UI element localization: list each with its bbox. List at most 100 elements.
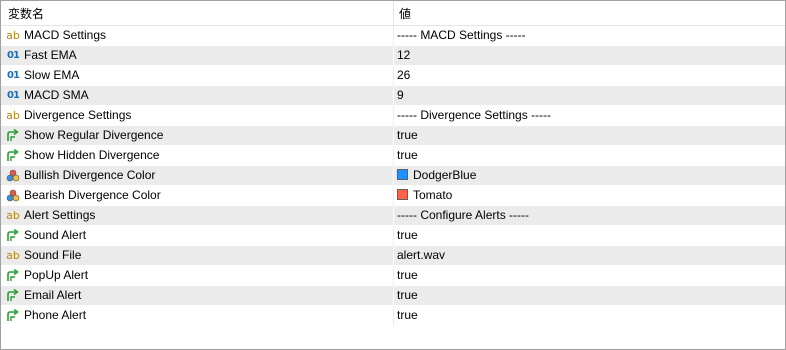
01-int-icon: 01 [7, 50, 20, 61]
grid-row[interactable]: Bullish Divergence Color DodgerBlue [1, 166, 785, 186]
property-value-cell[interactable]: 12 [396, 46, 781, 65]
properties-grid: 変数名 値 ab MACD Settings ----- MACD Settings… [0, 0, 786, 350]
property-value[interactable]: alert.wav [397, 246, 445, 265]
property-value-cell[interactable]: ----- MACD Settings ----- [396, 26, 781, 45]
column-divider[interactable] [393, 1, 394, 25]
property-value-cell[interactable]: alert.wav [396, 246, 781, 265]
property-name: Phone Alert [24, 308, 87, 322]
grid-row[interactable]: 01 Slow EMA 26 [1, 66, 785, 86]
property-name-cell[interactable]: ab Sound File [1, 246, 393, 265]
grid-row[interactable]: PopUp Alert true [1, 266, 785, 286]
property-value[interactable]: ----- MACD Settings ----- [397, 26, 526, 45]
cell-divider [393, 166, 394, 186]
property-value-cell[interactable]: true [396, 126, 781, 145]
property-name: Bearish Divergence Color [24, 188, 161, 202]
grid-row[interactable]: 01 MACD SMA 9 [1, 86, 785, 106]
property-name-cell[interactable]: ab Alert Settings [1, 206, 393, 225]
property-value[interactable]: 9 [397, 86, 404, 105]
property-value-cell[interactable]: true [396, 306, 781, 325]
cell-divider [393, 186, 394, 206]
grid-row[interactable]: Bearish Divergence Color Tomato [1, 186, 785, 206]
property-value-cell[interactable]: 9 [396, 86, 781, 105]
property-name: Show Regular Divergence [24, 128, 164, 142]
01-int-icon: 01 [7, 70, 20, 81]
grid-row[interactable]: Show Regular Divergence true [1, 126, 785, 146]
property-value-cell[interactable]: true [396, 146, 781, 165]
property-name-cell[interactable]: Bullish Divergence Color [1, 166, 393, 185]
property-value[interactable]: true [397, 266, 418, 285]
property-name: Bullish Divergence Color [24, 168, 156, 182]
ab-string-icon: ab [6, 29, 20, 42]
property-value[interactable]: ----- Divergence Settings ----- [397, 106, 551, 125]
property-value[interactable]: true [397, 226, 418, 245]
property-value[interactable]: Tomato [413, 186, 452, 205]
cell-divider [393, 86, 394, 106]
property-name: MACD SMA [24, 88, 89, 102]
property-name: Divergence Settings [24, 108, 132, 122]
property-name-cell[interactable]: Sound Alert [1, 226, 393, 245]
grid-row[interactable]: Email Alert true [1, 286, 785, 306]
property-name-cell[interactable]: 01 Slow EMA [1, 66, 393, 85]
property-value-cell[interactable]: true [396, 286, 781, 305]
property-value[interactable]: true [397, 286, 418, 305]
property-name: PopUp Alert [24, 268, 89, 282]
property-name-cell[interactable]: Bearish Divergence Color [1, 186, 393, 205]
property-value[interactable]: 12 [397, 46, 410, 65]
property-name-cell[interactable]: PopUp Alert [1, 266, 393, 285]
property-name-cell[interactable]: Show Regular Divergence [1, 126, 393, 145]
color-palette-icon [5, 168, 21, 183]
cell-divider [393, 106, 394, 126]
cell-divider [393, 226, 394, 246]
grid-row[interactable]: 01 Fast EMA 12 [1, 46, 785, 66]
property-name: Email Alert [24, 288, 82, 302]
property-name: MACD Settings [24, 28, 107, 42]
property-name: Show Hidden Divergence [24, 148, 160, 162]
property-name-cell[interactable]: 01 Fast EMA [1, 46, 393, 65]
cell-divider [393, 126, 394, 146]
property-name-cell[interactable]: 01 MACD SMA [1, 86, 393, 105]
property-value-cell[interactable]: true [396, 266, 781, 285]
color-palette-icon [5, 188, 21, 203]
grid-row[interactable]: ab MACD Settings ----- MACD Settings ----- [1, 26, 785, 46]
cell-divider [393, 46, 394, 66]
property-name: Sound Alert [24, 228, 87, 242]
property-value-cell[interactable]: DodgerBlue [396, 166, 781, 185]
property-name-cell[interactable]: Show Hidden Divergence [1, 146, 393, 165]
grid-header: 変数名 値 [1, 1, 785, 26]
property-name-cell[interactable]: ab MACD Settings [1, 26, 393, 45]
bool-arrow-icon [5, 228, 21, 243]
grid-row[interactable]: Show Hidden Divergence true [1, 146, 785, 166]
grid-row[interactable]: ab Divergence Settings ----- Divergence Se… [1, 106, 785, 126]
property-value-cell[interactable]: ----- Configure Alerts ----- [396, 206, 781, 225]
color-swatch[interactable] [397, 189, 408, 200]
01-int-icon: 01 [7, 90, 20, 101]
grid-row[interactable]: Sound Alert true [1, 226, 785, 246]
property-value[interactable]: DodgerBlue [413, 166, 476, 185]
bool-arrow-icon [5, 148, 21, 163]
property-value-cell[interactable]: true [396, 226, 781, 245]
property-name-cell[interactable]: Email Alert [1, 286, 393, 305]
column-header-name[interactable]: 変数名 [8, 1, 388, 25]
property-value[interactable]: 26 [397, 66, 410, 85]
grid-rows: ab MACD Settings ----- MACD Settings -----… [1, 26, 785, 326]
property-value[interactable]: true [397, 306, 418, 325]
grid-row[interactable]: ab Alert Settings ----- Configure Alerts -… [1, 206, 785, 226]
property-name-cell[interactable]: Phone Alert [1, 306, 393, 325]
property-value-cell[interactable]: 26 [396, 66, 781, 85]
cell-divider [393, 286, 394, 306]
property-value[interactable]: true [397, 126, 418, 145]
grid-row[interactable]: Phone Alert true [1, 306, 785, 326]
color-swatch[interactable] [397, 169, 408, 180]
cell-divider [393, 26, 394, 46]
grid-row[interactable]: ab Sound File alert.wav [1, 246, 785, 266]
bool-arrow-icon [5, 308, 21, 323]
ab-string-icon: ab [6, 109, 20, 122]
property-name-cell[interactable]: ab Divergence Settings [1, 106, 393, 125]
column-header-value[interactable]: 値 [399, 1, 779, 25]
ab-string-icon: ab [6, 249, 20, 262]
property-value[interactable]: true [397, 146, 418, 165]
property-value-cell[interactable]: Tomato [396, 186, 781, 205]
property-value[interactable]: ----- Configure Alerts ----- [397, 206, 529, 225]
cell-divider [393, 246, 394, 266]
property-value-cell[interactable]: ----- Divergence Settings ----- [396, 106, 781, 125]
